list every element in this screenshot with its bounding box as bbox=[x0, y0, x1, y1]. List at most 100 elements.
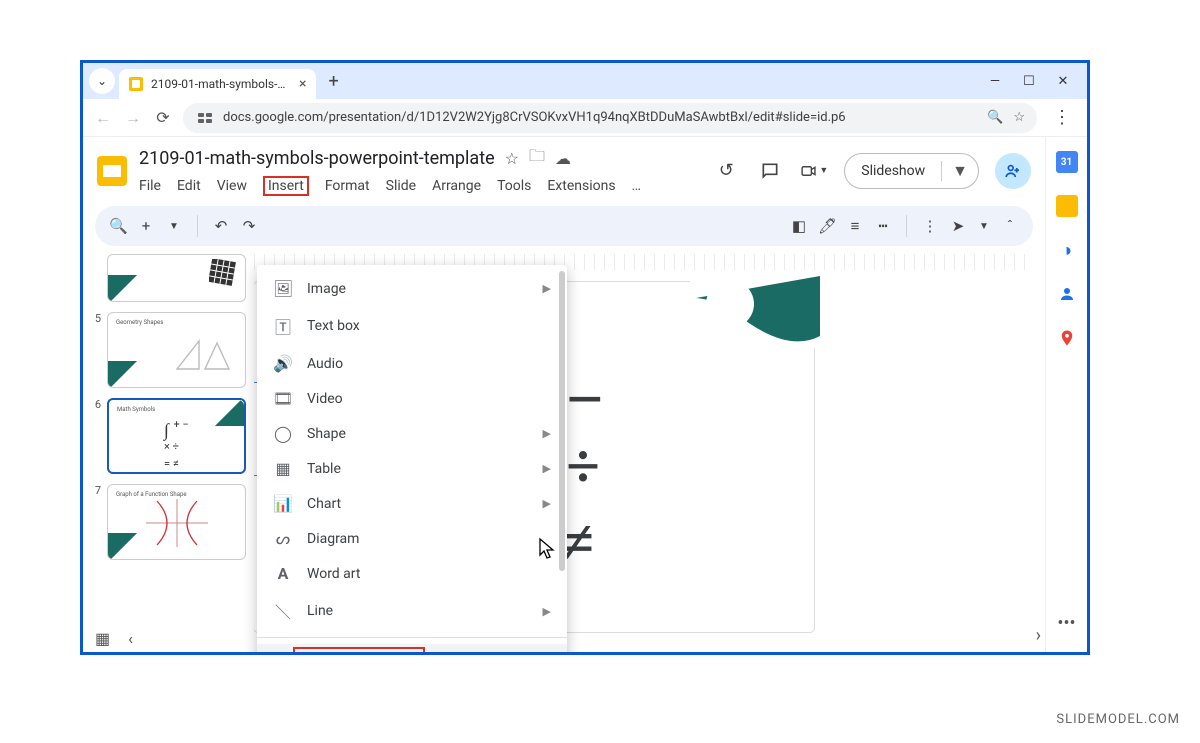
thumb-title: Math Symbols bbox=[117, 406, 155, 413]
undo-icon[interactable]: ↶ bbox=[212, 217, 230, 235]
thumb-number: 7 bbox=[91, 484, 101, 560]
star-icon[interactable]: ☆ bbox=[505, 149, 519, 168]
menu-file[interactable]: File bbox=[139, 176, 161, 196]
audio-icon: 🔊 bbox=[273, 354, 293, 373]
cloud-status-icon[interactable]: ☁ bbox=[555, 149, 571, 168]
slideshow-button[interactable]: Slideshow ▼ bbox=[844, 153, 979, 189]
close-window-button[interactable]: ✕ bbox=[1055, 74, 1071, 89]
fill-color-icon[interactable]: ◧ bbox=[790, 217, 808, 235]
thumbnail[interactable]: 7 Graph of a Function Shape bbox=[91, 484, 246, 560]
tab-search-button[interactable]: ⌄ bbox=[89, 68, 115, 94]
calendar-icon[interactable]: 31 bbox=[1056, 151, 1078, 173]
close-tab-icon[interactable]: × bbox=[299, 76, 306, 92]
menu-view[interactable]: View bbox=[217, 176, 247, 196]
border-dash-icon[interactable]: ┅ bbox=[874, 217, 892, 235]
border-color-icon[interactable]: 🖊 bbox=[818, 217, 836, 235]
browser-tab[interactable]: 2109-01-math-symbols-powerp × bbox=[119, 69, 316, 99]
tasks-icon[interactable]: ◑ bbox=[1056, 239, 1078, 261]
menu-item-diagram[interactable]: ᔕDiagram bbox=[257, 521, 567, 556]
menu-item-chart[interactable]: 📊Chart▶ bbox=[257, 486, 567, 521]
new-slide-dd-icon[interactable]: ▼ bbox=[165, 221, 183, 232]
doc-header: 2109-01-math-symbols-powerpoint-template… bbox=[83, 137, 1045, 196]
textbox-icon: 🅃 bbox=[273, 314, 293, 338]
move-icon[interactable]: 🗀 bbox=[529, 145, 545, 172]
slides-favicon-icon bbox=[129, 77, 143, 91]
menu-item-special-characters[interactable]: Ω Special characters bbox=[257, 644, 567, 655]
side-panel: 31 ◑ ••• bbox=[1045, 137, 1087, 652]
slideshow-dropdown-icon[interactable]: ▼ bbox=[941, 161, 978, 181]
menu-insert[interactable]: Insert bbox=[263, 176, 309, 196]
browser-menu-icon[interactable]: ⋮ bbox=[1047, 107, 1077, 128]
menu-edit[interactable]: Edit bbox=[177, 176, 201, 196]
window-controls: — ☐ ✕ bbox=[987, 74, 1081, 89]
slide-thumbnails: 5 Geometry Shapes 6 Math Symbols ∫ + − bbox=[91, 254, 246, 652]
address-bar: ← → ⟳ docs.google.com/presentation/d/1D1… bbox=[83, 99, 1087, 137]
submenu-arrow-icon: ▶ bbox=[543, 497, 551, 510]
video-icon: 🎞 bbox=[273, 389, 293, 408]
menu-item-table[interactable]: ▦Table▶ bbox=[257, 451, 567, 486]
doc-title[interactable]: 2109-01-math-symbols-powerpoint-template bbox=[139, 148, 495, 169]
slides-logo-icon[interactable] bbox=[97, 156, 127, 186]
url-text: docs.google.com/presentation/d/1D12V2W2Y… bbox=[223, 110, 846, 125]
border-weight-icon[interactable]: ≡ bbox=[846, 217, 864, 235]
zoom-icon[interactable]: 🔍 bbox=[987, 110, 1003, 125]
site-settings-icon[interactable] bbox=[195, 108, 215, 128]
bookmark-icon[interactable]: ☆ bbox=[1013, 110, 1025, 125]
share-button[interactable] bbox=[995, 153, 1031, 189]
bottom-bar: ▦ ‹ bbox=[95, 629, 133, 648]
more-addons-icon[interactable]: ••• bbox=[1056, 612, 1078, 634]
divide-symbol[interactable]: ÷ bbox=[566, 432, 600, 503]
contacts-icon[interactable] bbox=[1056, 283, 1078, 305]
menu-item-video[interactable]: 🎞Video bbox=[257, 381, 567, 416]
hide-menus-icon[interactable]: ˆ bbox=[1001, 217, 1019, 235]
menu-arrange[interactable]: Arrange bbox=[432, 176, 481, 196]
menu-item-image[interactable]: 🖼Image▶ bbox=[257, 271, 567, 306]
back-button[interactable]: ← bbox=[93, 108, 113, 128]
pointer-dd-icon[interactable]: ▼ bbox=[975, 221, 993, 232]
keep-icon[interactable] bbox=[1056, 195, 1078, 217]
submenu-arrow-icon: ▶ bbox=[543, 605, 551, 618]
more-toolbar-icon[interactable]: ⋮ bbox=[921, 217, 939, 235]
menu-item-textbox[interactable]: 🅃Text box bbox=[257, 306, 567, 346]
prev-slide-icon[interactable]: ‹ bbox=[128, 629, 133, 648]
menubar: File Edit View Insert Format Slide Arran… bbox=[139, 174, 641, 196]
menu-item-audio[interactable]: 🔊Audio bbox=[257, 346, 567, 381]
menu-more[interactable]: … bbox=[632, 176, 641, 196]
search-menus-icon[interactable]: 🔍 bbox=[109, 217, 127, 235]
table-icon: ▦ bbox=[273, 459, 293, 478]
pointer-mode-icon[interactable]: ➤ bbox=[949, 217, 967, 235]
new-slide-icon[interactable]: + bbox=[137, 217, 155, 235]
minimize-button[interactable]: — bbox=[987, 74, 1003, 89]
menu-slide[interactable]: Slide bbox=[386, 176, 416, 196]
maps-icon[interactable] bbox=[1056, 327, 1078, 349]
history-icon[interactable]: ↺ bbox=[712, 157, 740, 185]
menu-item-shape[interactable]: ◯Shape▶ bbox=[257, 416, 567, 451]
thumb-title: Geometry Shapes bbox=[116, 319, 163, 326]
menu-item-line[interactable]: ＼Line▶ bbox=[257, 591, 567, 631]
new-tab-button[interactable]: + bbox=[320, 71, 346, 92]
forward-button[interactable]: → bbox=[123, 108, 143, 128]
grid-view-icon[interactable]: ▦ bbox=[95, 629, 110, 648]
maximize-button[interactable]: ☐ bbox=[1021, 74, 1037, 89]
slides-app: 2109-01-math-symbols-powerpoint-template… bbox=[83, 137, 1087, 652]
watermark: SLIDEMODEL.COM bbox=[1056, 712, 1180, 727]
thumbnail-selected[interactable]: 6 Math Symbols ∫ + − × ÷ = ≠ bbox=[91, 398, 246, 474]
redo-icon[interactable]: ↷ bbox=[240, 217, 258, 235]
comments-icon[interactable] bbox=[756, 157, 784, 185]
tab-title: 2109-01-math-symbols-powerp bbox=[151, 77, 291, 91]
reload-button[interactable]: ⟳ bbox=[153, 108, 173, 127]
show-side-panel-icon[interactable]: › bbox=[1036, 625, 1041, 646]
url-field[interactable]: docs.google.com/presentation/d/1D12V2W2Y… bbox=[183, 103, 1037, 133]
menu-separator bbox=[257, 637, 567, 638]
menu-item-wordart[interactable]: AWord art bbox=[257, 556, 567, 591]
thumbnail[interactable]: 5 Geometry Shapes bbox=[91, 312, 246, 388]
menu-format[interactable]: Format bbox=[325, 176, 370, 196]
menu-extensions[interactable]: Extensions bbox=[547, 176, 615, 196]
tab-strip: ⌄ 2109-01-math-symbols-powerp × + — ☐ ✕ bbox=[83, 63, 1087, 99]
meet-icon[interactable]: ▼ bbox=[800, 157, 828, 185]
thumbnail[interactable] bbox=[91, 254, 246, 302]
minus-symbol[interactable]: − bbox=[566, 362, 604, 438]
function-graph-icon bbox=[142, 495, 212, 551]
menu-tools[interactable]: Tools bbox=[497, 176, 531, 196]
image-icon: 🖼 bbox=[273, 279, 293, 298]
